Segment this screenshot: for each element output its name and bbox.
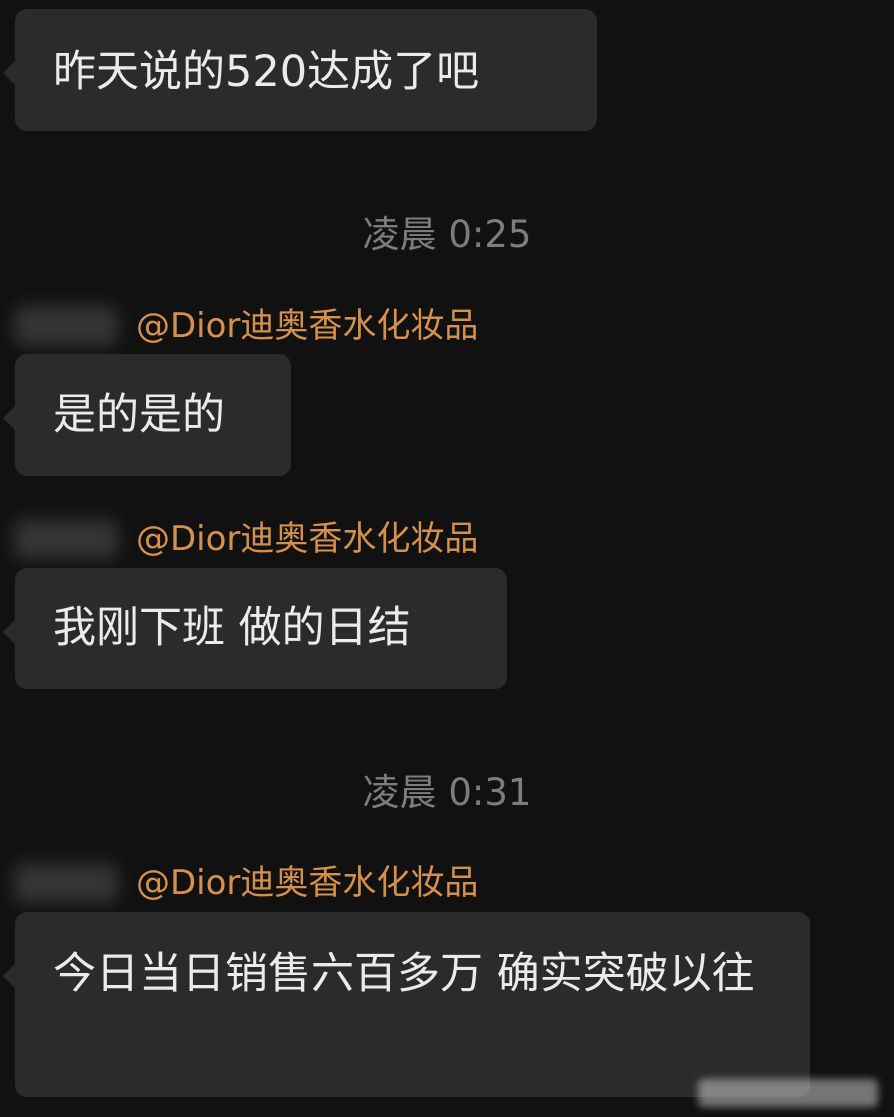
message-text: 是的是的	[53, 390, 225, 440]
watermark-blurred	[698, 1079, 878, 1107]
message-text: 今日当日销售六百多万 确实突破以往	[53, 949, 755, 999]
sender-name-blurred	[14, 863, 118, 903]
message-bubble[interactable]: 今日当日销售六百多万 确实突破以往	[3, 912, 810, 1097]
message-bubble[interactable]: 是的是的	[3, 354, 291, 476]
message-text: 昨天说的520达成了吧	[53, 47, 480, 97]
timestamp: 凌晨 0:25	[362, 213, 532, 256]
timestamp: 凌晨 0:31	[362, 771, 532, 814]
message-text: 我刚下班 做的日结	[53, 603, 411, 653]
mention-text[interactable]: @Dior迪奥香水化妆品	[136, 863, 478, 903]
mention-text[interactable]: @Dior迪奥香水化妆品	[136, 306, 478, 346]
mention-text[interactable]: @Dior迪奥香水化妆品	[136, 519, 478, 559]
sender-name-blurred	[14, 519, 118, 559]
message-bubble[interactable]: 昨天说的520达成了吧	[3, 9, 597, 131]
sender-name-blurred	[14, 306, 118, 346]
message-bubble[interactable]: 我刚下班 做的日结	[3, 568, 507, 689]
